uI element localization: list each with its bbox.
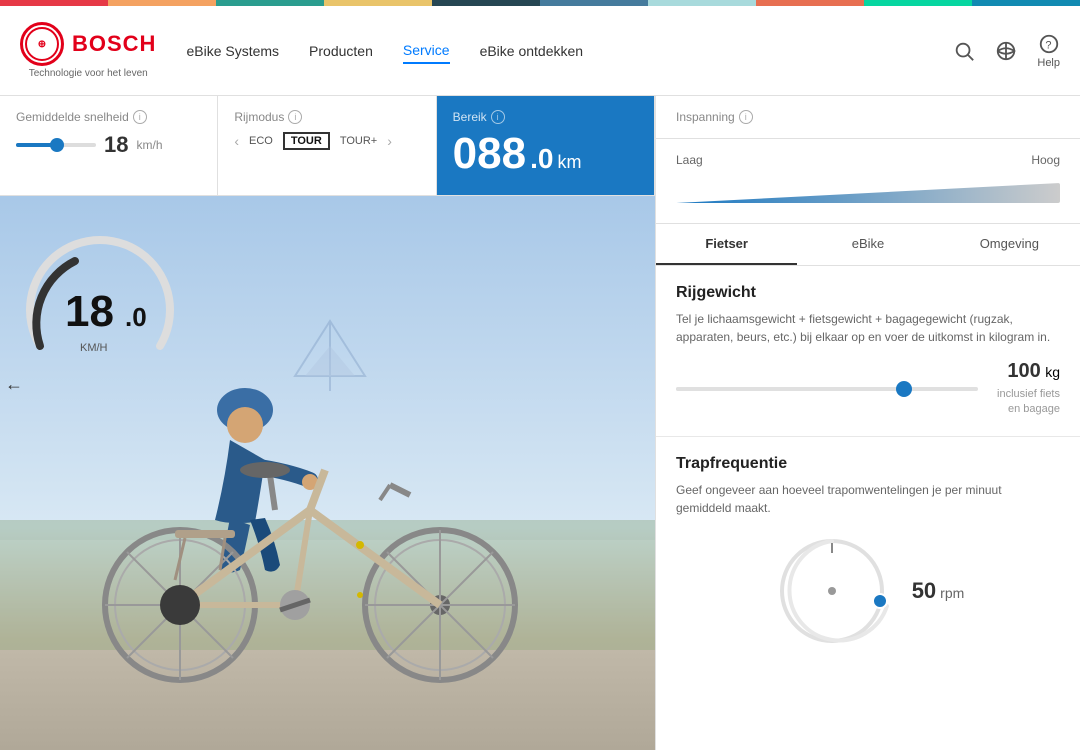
laag-hoog-labels: Laag Hoog: [676, 153, 1060, 167]
rijgewicht-title: Rijgewicht: [676, 284, 1060, 302]
controls-bar: Gemiddelde snelheid i 18 km/h Rijmodus i: [0, 96, 655, 196]
trapfrequentie-section: Trapfrequentie Geef ongeveer aan hoeveel…: [656, 437, 1080, 669]
rpm-number: 50: [912, 578, 936, 604]
gradient-track: [676, 183, 1060, 203]
rijmodus-section: Rijmodus i ‹ ECO TOUR TOUR+ ›: [218, 96, 436, 195]
gemiddelde-snelheid-label: Gemiddelde snelheid i: [16, 110, 201, 124]
inspanning-slider-section: Laag Hoog: [656, 139, 1080, 224]
bereik-info-icon[interactable]: i: [491, 110, 505, 124]
weight-unit: kg: [1045, 364, 1060, 380]
nav-right: ? Help: [953, 33, 1060, 69]
weight-value-display: 100 kg inclusief fiets en bagage: [990, 360, 1060, 418]
speed-value-row: 18 km/h: [16, 132, 201, 158]
bereik-decimal: .0: [530, 145, 553, 173]
help-label: Help: [1037, 57, 1060, 69]
logo-row: ⊕ BOSCH: [20, 22, 156, 66]
nav-item-ebike-systems[interactable]: eBike Systems: [186, 39, 279, 63]
gemiddelde-snelheid-info-icon[interactable]: i: [133, 110, 147, 124]
speed-slider-thumb: [50, 138, 64, 152]
tab-ebike[interactable]: eBike: [797, 224, 938, 265]
rijgewicht-description: Tel je lichaamsgewicht + fietsgewicht + …: [676, 310, 1060, 346]
category-tabs: Fietser eBike Omgeving: [656, 224, 1080, 266]
language-button[interactable]: [995, 40, 1017, 62]
nav-item-ebike-ontdekken[interactable]: eBike ontdekken: [480, 39, 584, 63]
bosch-logo-icon: ⊕: [20, 22, 64, 66]
inspanning-slider[interactable]: [676, 173, 1060, 213]
left-panel: Gemiddelde snelheid i 18 km/h Rijmodus i: [0, 96, 655, 750]
svg-text:?: ?: [1045, 39, 1051, 51]
weight-slider-thumb: [896, 381, 912, 397]
right-panel: Inspanning i Laag Hoog Fietser eBike Omg…: [655, 96, 1080, 750]
weight-slider-row: 100 kg inclusief fiets en bagage: [676, 360, 1060, 418]
weight-note: inclusief fiets en bagage: [990, 387, 1060, 418]
mode-selector: ‹ ECO TOUR TOUR+ ›: [234, 132, 419, 150]
speed-slider[interactable]: [16, 143, 96, 147]
language-icon: [995, 40, 1017, 62]
help-icon: ?: [1038, 33, 1060, 55]
hoog-label: Hoog: [1031, 153, 1060, 167]
weight-number: 100: [1007, 360, 1040, 382]
mode-tour-button[interactable]: TOUR: [283, 132, 330, 150]
bereik-unit: km: [557, 153, 581, 171]
trapfrequentie-title: Trapfrequentie: [676, 455, 1060, 473]
rijmodus-info-icon[interactable]: i: [288, 110, 302, 124]
laag-label: Laag: [676, 153, 703, 167]
mode-tour-plus-button[interactable]: TOUR+: [336, 133, 381, 149]
rpm-value-row: 50 rpm: [912, 578, 965, 604]
nav-item-producten[interactable]: Producten: [309, 39, 373, 63]
brand-name: BOSCH: [72, 31, 156, 57]
main-nav: eBike Systems Producten Service eBike on…: [186, 38, 953, 64]
logo-area: ⊕ BOSCH Technologie voor het leven: [20, 22, 156, 79]
mode-prev-button[interactable]: ‹: [234, 133, 239, 149]
bosch-logo-symbol: ⊕: [38, 39, 46, 50]
speed-number: 18: [104, 132, 128, 158]
rpm-dial-svg: [772, 531, 892, 651]
bereik-value-row: 088 .0 km: [453, 132, 638, 176]
mode-eco-button[interactable]: ECO: [245, 133, 277, 149]
tab-fietser[interactable]: Fietser: [656, 224, 797, 265]
bereik-number: 088: [453, 132, 526, 176]
weight-slider[interactable]: [676, 387, 978, 391]
bike-area: 18 .0 KM/H ←: [0, 196, 655, 750]
bereik-section: Bereik i 088 .0 km: [437, 96, 655, 195]
tab-omgeving[interactable]: Omgeving: [939, 224, 1080, 265]
svg-text:18: 18: [65, 287, 114, 336]
inspanning-label: Inspanning i: [676, 110, 1060, 124]
rijmodus-label: Rijmodus i: [234, 110, 419, 124]
inspanning-info-icon[interactable]: i: [739, 110, 753, 124]
header: ⊕ BOSCH Technologie voor het leven eBike…: [0, 6, 1080, 96]
brand-tagline: Technologie voor het leven: [29, 68, 148, 79]
mode-next-button[interactable]: ›: [387, 133, 392, 149]
gemiddelde-snelheid-section: Gemiddelde snelheid i 18 km/h: [0, 96, 218, 195]
bosch-logo-inner: ⊕: [25, 27, 59, 61]
rpm-unit: rpm: [940, 585, 964, 601]
decorative-icon: [290, 316, 370, 396]
inspanning-header: Inspanning i: [656, 96, 1080, 139]
trapfrequentie-description: Geef ongeveer aan hoeveel trapomwentelin…: [676, 481, 1060, 517]
rijgewicht-section: Rijgewicht Tel je lichaamsgewicht + fiet…: [656, 266, 1080, 437]
rpm-dial-container: 50 rpm: [676, 531, 1060, 651]
cursor-pointer: ←: [5, 374, 23, 395]
search-button[interactable]: [953, 40, 975, 62]
search-icon: [953, 40, 975, 62]
speed-unit: km/h: [136, 138, 162, 152]
svg-text:.0: .0: [125, 302, 147, 332]
bike-rider-illustration: [30, 350, 610, 690]
weight-slider-fill: [676, 387, 903, 391]
rpm-dial[interactable]: [772, 531, 892, 651]
nav-item-service[interactable]: Service: [403, 38, 450, 64]
main-content: Gemiddelde snelheid i 18 km/h Rijmodus i: [0, 96, 1080, 750]
help-button[interactable]: ? Help: [1037, 33, 1060, 69]
bereik-label: Bereik i: [453, 110, 638, 124]
